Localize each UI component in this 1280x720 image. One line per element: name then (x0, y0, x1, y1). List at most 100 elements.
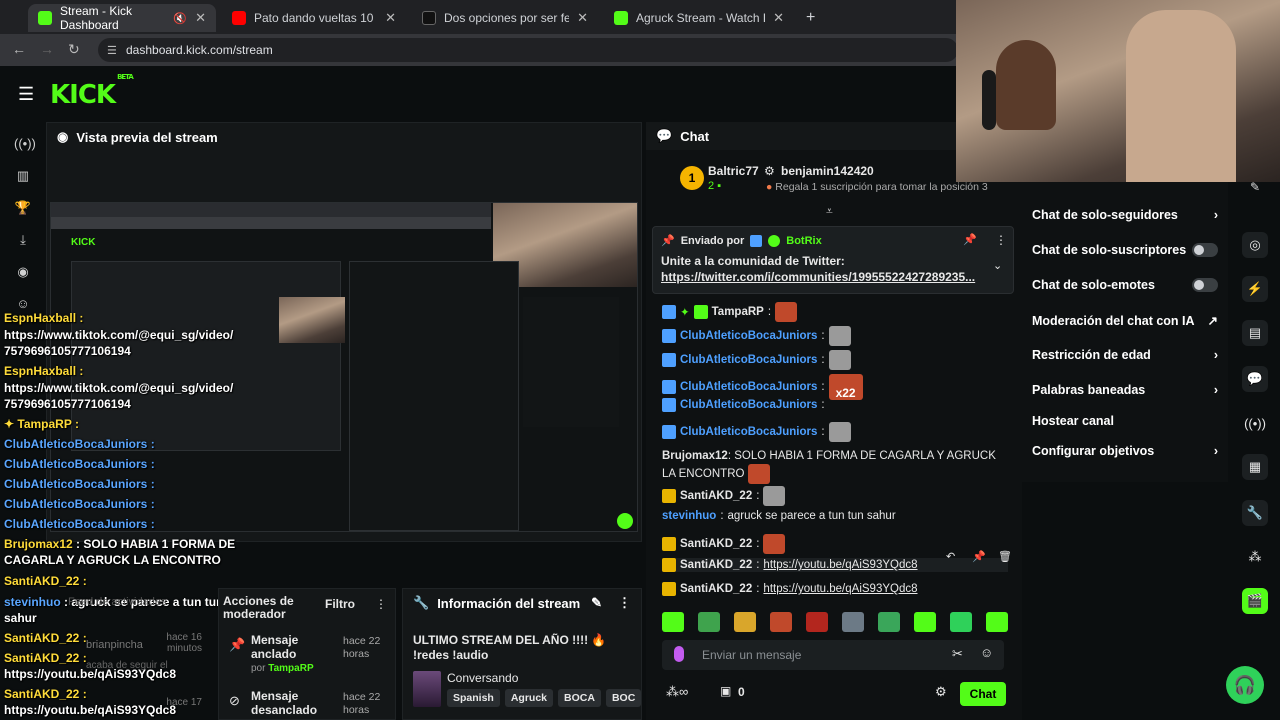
close-tab-icon[interactable]: ✕ (577, 10, 588, 26)
send-chat-button[interactable]: Chat (960, 682, 1006, 706)
close-tab-icon[interactable]: ✕ (773, 10, 784, 26)
chat-link[interactable]: https://youtu.be/qAiS93YQdc8 (763, 559, 917, 571)
emote-icon[interactable] (770, 612, 792, 632)
chat-username[interactable]: ClubAtleticoBocaJuniors (680, 426, 817, 438)
delete-icon[interactable]: 🗑 (998, 550, 1012, 563)
lightning-icon[interactable]: ⚡ (1242, 276, 1268, 302)
emote-icon[interactable] (878, 612, 900, 632)
chat-username[interactable]: Brujomax12 (662, 450, 728, 462)
pin-message-icon[interactable]: 📌 (972, 550, 986, 563)
filter-button[interactable]: Filtro (325, 597, 355, 611)
pin-action-icon[interactable]: 📌 (963, 233, 977, 246)
broadcast-icon[interactable]: ((•)) (1242, 410, 1268, 436)
sparkle-icon: ✦ (680, 307, 690, 319)
document-icon[interactable]: ▤ (1242, 320, 1268, 346)
emoji-icon[interactable]: ☺ (980, 645, 993, 660)
close-tab-icon[interactable]: ✕ (385, 10, 396, 26)
tab-youtube[interactable]: Pato dando vueltas 10 Horas - ✕ (222, 4, 406, 32)
emote-icon[interactable] (806, 612, 828, 632)
chat-username[interactable]: ClubAtleticoBocaJuniors (680, 399, 817, 411)
hamburger-menu-icon[interactable]: ☰ (18, 84, 34, 105)
chevron-down-icon[interactable]: ⌄ (993, 259, 1002, 272)
tag[interactable]: BOCA (558, 689, 601, 707)
reply-icon[interactable]: ↶ (946, 550, 955, 563)
chat-username[interactable]: SantiAKD_22 (680, 538, 752, 550)
users-icon[interactable]: ⁂∞ (666, 684, 688, 700)
more-options-icon[interactable]: ⋮ (375, 597, 387, 611)
upload-icon[interactable]: ⤓ (14, 232, 32, 250)
nested-tabbar (51, 203, 491, 217)
mic-icon[interactable] (674, 646, 684, 662)
stream-broadcast-icon[interactable]: ((•)) (14, 136, 36, 154)
chat-username[interactable]: SantiAKD_22 (680, 490, 752, 502)
setting-goals[interactable]: Configurar objetivos › (1032, 444, 1218, 458)
pinned-link[interactable]: https://twitter.com/i/communities/199555… (661, 270, 975, 284)
wrench-icon[interactable]: 🔧 (1242, 500, 1268, 526)
second-gifter-name[interactable]: benjamin142420 (781, 164, 874, 178)
clip-icon[interactable]: 🎬 (1242, 588, 1268, 614)
toggle-switch[interactable] (1192, 243, 1218, 257)
chat-link[interactable]: https://youtu.be/qAiS93YQdc8 (763, 583, 917, 595)
tab-kick-dashboard[interactable]: Stream - Kick Dashboard 🔇 ✕ (28, 4, 216, 32)
edit-icon[interactable]: ✎ (591, 595, 602, 611)
overlay-line: EspnHaxball : (4, 364, 84, 378)
edit-pen-icon[interactable]: ✎ (1250, 180, 1260, 194)
camera-focus-icon[interactable]: ◎ (1242, 232, 1268, 258)
stream-info-panel: 🔧 Información del stream ✎ ⋮ ULTIMO STRE… (402, 588, 642, 720)
chat-username[interactable]: stevinhuo (662, 510, 716, 522)
chat-username[interactable]: TampaRP (712, 306, 764, 318)
setting-age-restriction[interactable]: Restricción de edad › (1032, 348, 1218, 362)
setting-followers-only[interactable]: Chat de solo-seguidores › (1032, 208, 1218, 222)
setting-banned-words[interactable]: Palabras baneadas › (1032, 383, 1218, 397)
forward-arrow-icon[interactable]: → (40, 41, 54, 57)
tag[interactable]: Agruck (504, 689, 554, 707)
setting-emotes-only[interactable]: Chat de solo-emotes (1032, 278, 1218, 292)
more-options-icon[interactable]: ⋮ (618, 595, 631, 611)
new-tab-button[interactable]: + (796, 4, 825, 32)
tag[interactable]: BOC (605, 689, 642, 707)
emote-icon[interactable] (986, 612, 1008, 632)
setting-host-channel[interactable]: Hostear canal (1032, 414, 1218, 428)
emote-icon[interactable] (734, 612, 756, 632)
emote-icon[interactable] (698, 612, 720, 632)
tab-tiktok[interactable]: Dos opciones por ser feliz para ✕ (412, 4, 598, 32)
kick-logo[interactable]: KICKBETA (50, 73, 134, 110)
gift-box-icon[interactable]: ▣ (720, 684, 731, 698)
url-field[interactable]: ☰ dashboard.kick.com/stream (98, 38, 958, 62)
chat-username[interactable]: SantiAKD_22 (680, 583, 752, 595)
chevron-right-icon: › (1213, 208, 1218, 222)
toggle-switch[interactable] (1192, 278, 1218, 292)
chat-username[interactable]: ClubAtleticoBocaJuniors (680, 354, 817, 366)
tag[interactable]: Spanish (447, 689, 500, 707)
mute-icon[interactable]: 🔇 (173, 12, 187, 25)
chat-username[interactable]: ClubAtleticoBocaJuniors (680, 381, 817, 393)
analytics-icon[interactable]: ▥ (14, 168, 32, 186)
camera-icon[interactable]: ◉ (14, 264, 32, 282)
share-nodes-icon[interactable]: ⁂ (1242, 544, 1268, 570)
tab-kick-agruck[interactable]: Agruck Stream - Watch Live on ✕ (604, 4, 794, 32)
collapse-arrow-icon[interactable]: ⩡ (826, 204, 833, 219)
chat-input[interactable]: Enviar un mensaje ✂ ☺ (662, 640, 1004, 670)
kick-emote-icon[interactable]: ✂ (952, 646, 963, 662)
trophy-icon[interactable]: 🏆 (14, 200, 32, 218)
setting-subscribers-only[interactable]: Chat de solo-suscriptores (1032, 243, 1218, 257)
top-gifter-name[interactable]: Baltric77 (708, 164, 759, 178)
back-arrow-icon[interactable]: ← (12, 41, 26, 57)
close-tab-icon[interactable]: ✕ (195, 10, 206, 26)
reload-icon[interactable]: ↻ (68, 41, 80, 58)
emote-icon[interactable] (662, 612, 684, 632)
more-options-icon[interactable]: ⋮ (995, 233, 1007, 247)
emote-icon[interactable] (950, 612, 972, 632)
overlay-line: https://www.tiktok.com/@equi_sg/video/ (4, 381, 234, 395)
chat-username[interactable]: ClubAtleticoBocaJuniors (680, 330, 817, 342)
setting-ai-moderation[interactable]: Moderación del chat con IA ↗ (1032, 313, 1218, 329)
chat-username[interactable]: SantiAKD_22 (680, 559, 752, 571)
site-info-icon[interactable]: ☰ (107, 44, 117, 57)
chat-icon[interactable]: 💬 (1242, 366, 1268, 392)
kick-favicon-icon (614, 11, 628, 25)
support-headset-icon[interactable]: 🎧 (1226, 666, 1264, 704)
emote-icon[interactable] (842, 612, 864, 632)
emote-icon[interactable] (914, 612, 936, 632)
chat-settings-gear-icon[interactable]: ⚙ (935, 684, 947, 700)
layout-icon[interactable]: ▦ (1242, 454, 1268, 480)
